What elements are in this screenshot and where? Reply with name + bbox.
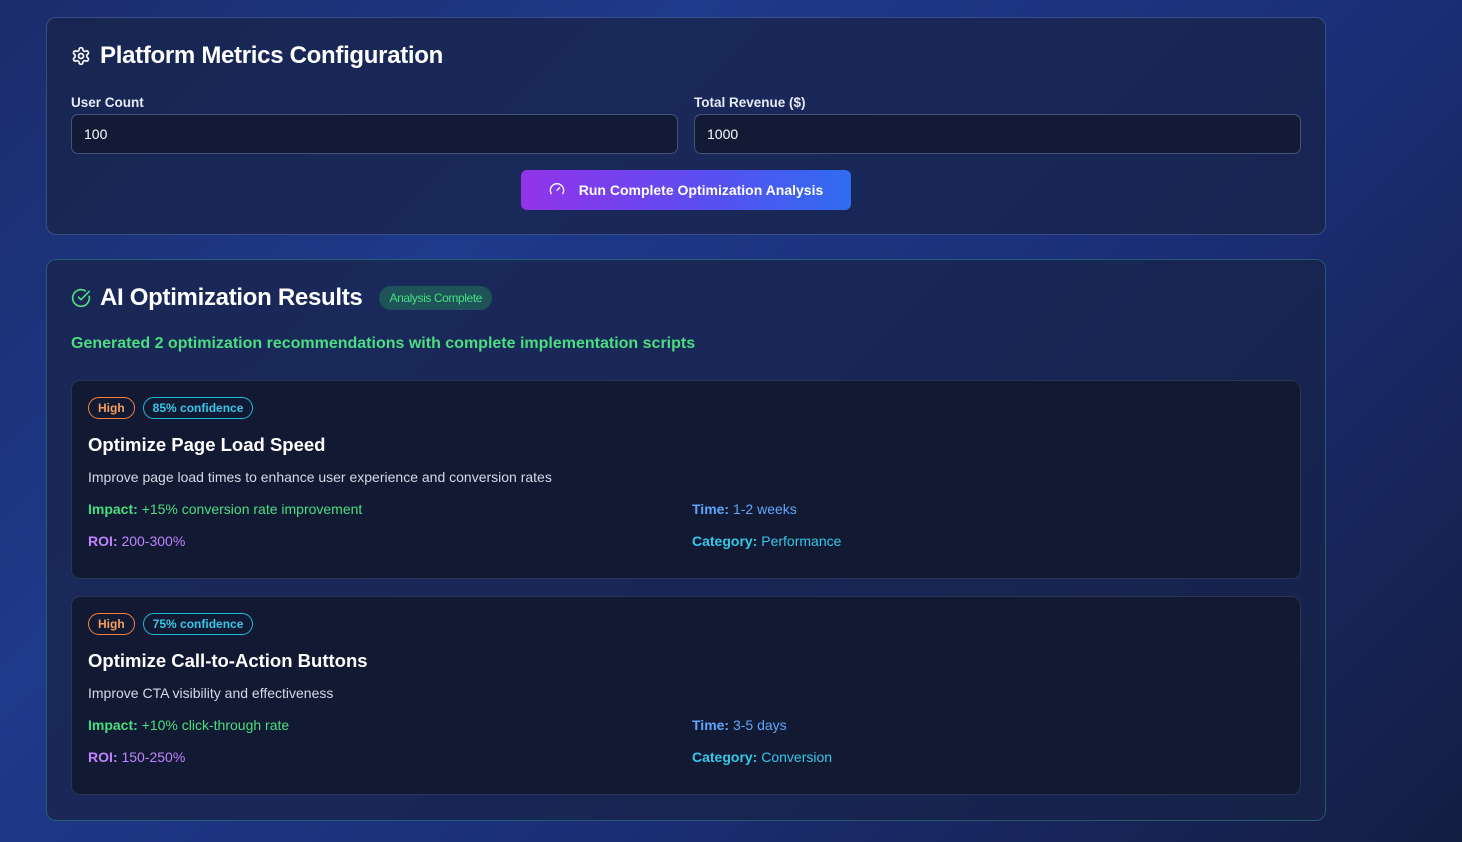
- config-panel: Platform Metrics Configuration User Coun…: [46, 17, 1326, 235]
- revenue-label: Total Revenue ($): [694, 95, 806, 110]
- confidence-badge: 85% confidence: [142, 397, 254, 419]
- category-label: Category:: [692, 749, 758, 765]
- time-metric: Time: 1-2 weeks: [692, 501, 797, 517]
- gear-icon: [71, 46, 91, 66]
- revenue-input[interactable]: 1000: [694, 114, 1301, 154]
- recommendation-description: Improve CTA visibility and effectiveness: [88, 685, 334, 701]
- roi-value: 150-250%: [121, 749, 186, 765]
- config-title-row: Platform Metrics Configuration: [71, 42, 443, 70]
- impact-value: +10% click-through rate: [141, 717, 290, 733]
- category-metric: Category: Performance: [692, 533, 841, 549]
- run-analysis-label: Run Complete Optimization Analysis: [578, 182, 824, 198]
- impact-label: Impact:: [88, 501, 138, 517]
- user-count-field-group: User Count 100: [71, 95, 678, 154]
- category-value: Conversion: [761, 749, 833, 765]
- check-circle-icon: [71, 288, 91, 308]
- run-analysis-button[interactable]: Run Complete Optimization Analysis: [521, 170, 851, 210]
- recommendation-card: High 75% confidence Optimize Call-to-Act…: [71, 596, 1301, 795]
- time-label: Time:: [692, 717, 730, 733]
- priority-badge: High: [88, 613, 135, 635]
- config-title: Platform Metrics Configuration: [100, 42, 444, 69]
- time-metric: Time: 3-5 days: [692, 717, 787, 733]
- category-value: Performance: [761, 533, 842, 549]
- user-count-input[interactable]: 100: [71, 114, 678, 154]
- user-count-label: User Count: [71, 95, 144, 110]
- impact-metric: Impact: +15% conversion rate improvement: [88, 501, 362, 517]
- results-panel: AI Optimization Results Analysis Complet…: [46, 259, 1326, 821]
- roi-label: ROI:: [88, 533, 118, 549]
- recommendation-title: Optimize Page Load Speed: [88, 434, 326, 455]
- confidence-badge: 75% confidence: [142, 613, 254, 635]
- roi-metric: ROI: 200-300%: [88, 533, 185, 549]
- time-label: Time:: [692, 501, 730, 517]
- roi-metric: ROI: 150-250%: [88, 749, 185, 765]
- recommendation-description: Improve page load times to enhance user …: [88, 469, 552, 485]
- impact-metric: Impact: +10% click-through rate: [88, 717, 289, 733]
- revenue-field-group: Total Revenue ($) 1000: [694, 95, 1301, 154]
- category-metric: Category: Conversion: [692, 749, 832, 765]
- category-label: Category:: [692, 533, 758, 549]
- impact-value: +15% conversion rate improvement: [141, 501, 363, 517]
- results-summary: Generated 2 optimization recommendations…: [71, 335, 696, 352]
- gauge-icon: [549, 181, 565, 200]
- recommendation-badges: High 75% confidence: [88, 613, 254, 635]
- time-value: 3-5 days: [732, 717, 787, 733]
- roi-value: 200-300%: [121, 533, 186, 549]
- recommendation-badges: High 85% confidence: [88, 397, 254, 419]
- impact-label: Impact:: [88, 717, 138, 733]
- results-title: AI Optimization Results: [100, 284, 363, 311]
- recommendation-card: High 85% confidence Optimize Page Load S…: [71, 380, 1301, 579]
- results-title-row: AI Optimization Results Analysis Complet…: [71, 284, 493, 312]
- roi-label: ROI:: [88, 749, 118, 765]
- status-badge: Analysis Complete: [379, 286, 493, 310]
- priority-badge: High: [88, 397, 135, 419]
- recommendation-title: Optimize Call-to-Action Buttons: [88, 650, 368, 671]
- time-value: 1-2 weeks: [732, 501, 797, 517]
